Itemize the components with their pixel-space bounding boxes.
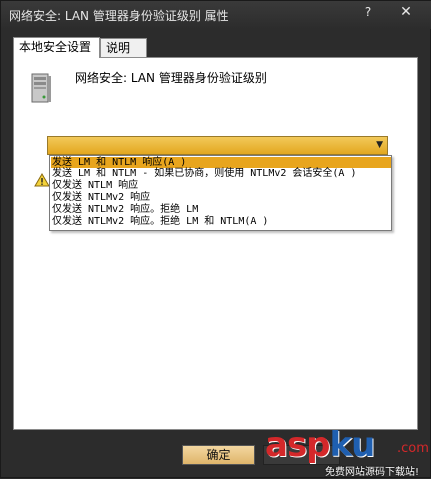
watermark-brand-blue: ku	[329, 425, 376, 465]
title-bar[interactable]: 网络安全: LAN 管理器身份验证级别 属性 ? ✕	[1, 1, 431, 29]
dropdown-option[interactable]: 仅发送 NTLMv2 响应。拒绝 LM	[51, 204, 391, 215]
warning-icon	[34, 173, 50, 187]
policy-title: 网络安全: LAN 管理器身份验证级别	[75, 71, 267, 85]
window-title: 网络安全: LAN 管理器身份验证级别 属性	[9, 9, 229, 23]
watermark-brand-red: asp	[265, 425, 331, 465]
auth-level-select[interactable]: ▼	[47, 136, 388, 155]
auth-level-dropdown-list: 发送 LM 和 NTLM 响应(A ) 发送 LM 和 NTLM - 如果已协商…	[49, 155, 392, 231]
tab-local-security-setting[interactable]: 本地安全设置	[13, 37, 100, 58]
dropdown-option[interactable]: 发送 LM 和 NTLM - 如果已协商，则使用 NTLMv2 会话安全(A )	[51, 168, 391, 179]
server-icon	[31, 73, 51, 103]
properties-window: 网络安全: LAN 管理器身份验证级别 属性 ? ✕ 本地安全设置 说明 网络安…	[0, 0, 431, 478]
watermark-tld: .com	[397, 441, 429, 456]
dropdown-option[interactable]: 仅发送 NTLM 响应	[51, 180, 391, 191]
close-button[interactable]: ✕	[395, 3, 417, 21]
dropdown-option[interactable]: 仅发送 NTLMv2 响应。拒绝 LM 和 NTLM(A )	[51, 216, 391, 227]
ok-button[interactable]: 确定	[182, 445, 255, 465]
watermark-tagline: 免费网站源码下载站!	[325, 467, 420, 478]
dropdown-option[interactable]: 仅发送 NTLMv2 响应	[51, 192, 391, 203]
watermark-brand: aspku	[265, 425, 376, 465]
watermark-logo: aspku .com 免费网站源码下载站!	[263, 425, 431, 479]
chevron-down-icon[interactable]: ▼	[376, 140, 383, 150]
dropdown-option[interactable]: 发送 LM 和 NTLM 响应(A )	[51, 157, 391, 168]
settings-panel: 网络安全: LAN 管理器身份验证级别 ▼ 发送 LM 和 NTLM 响应(A …	[13, 57, 418, 430]
tab-explain[interactable]: 说明	[100, 38, 147, 57]
help-button[interactable]: ?	[357, 3, 379, 21]
